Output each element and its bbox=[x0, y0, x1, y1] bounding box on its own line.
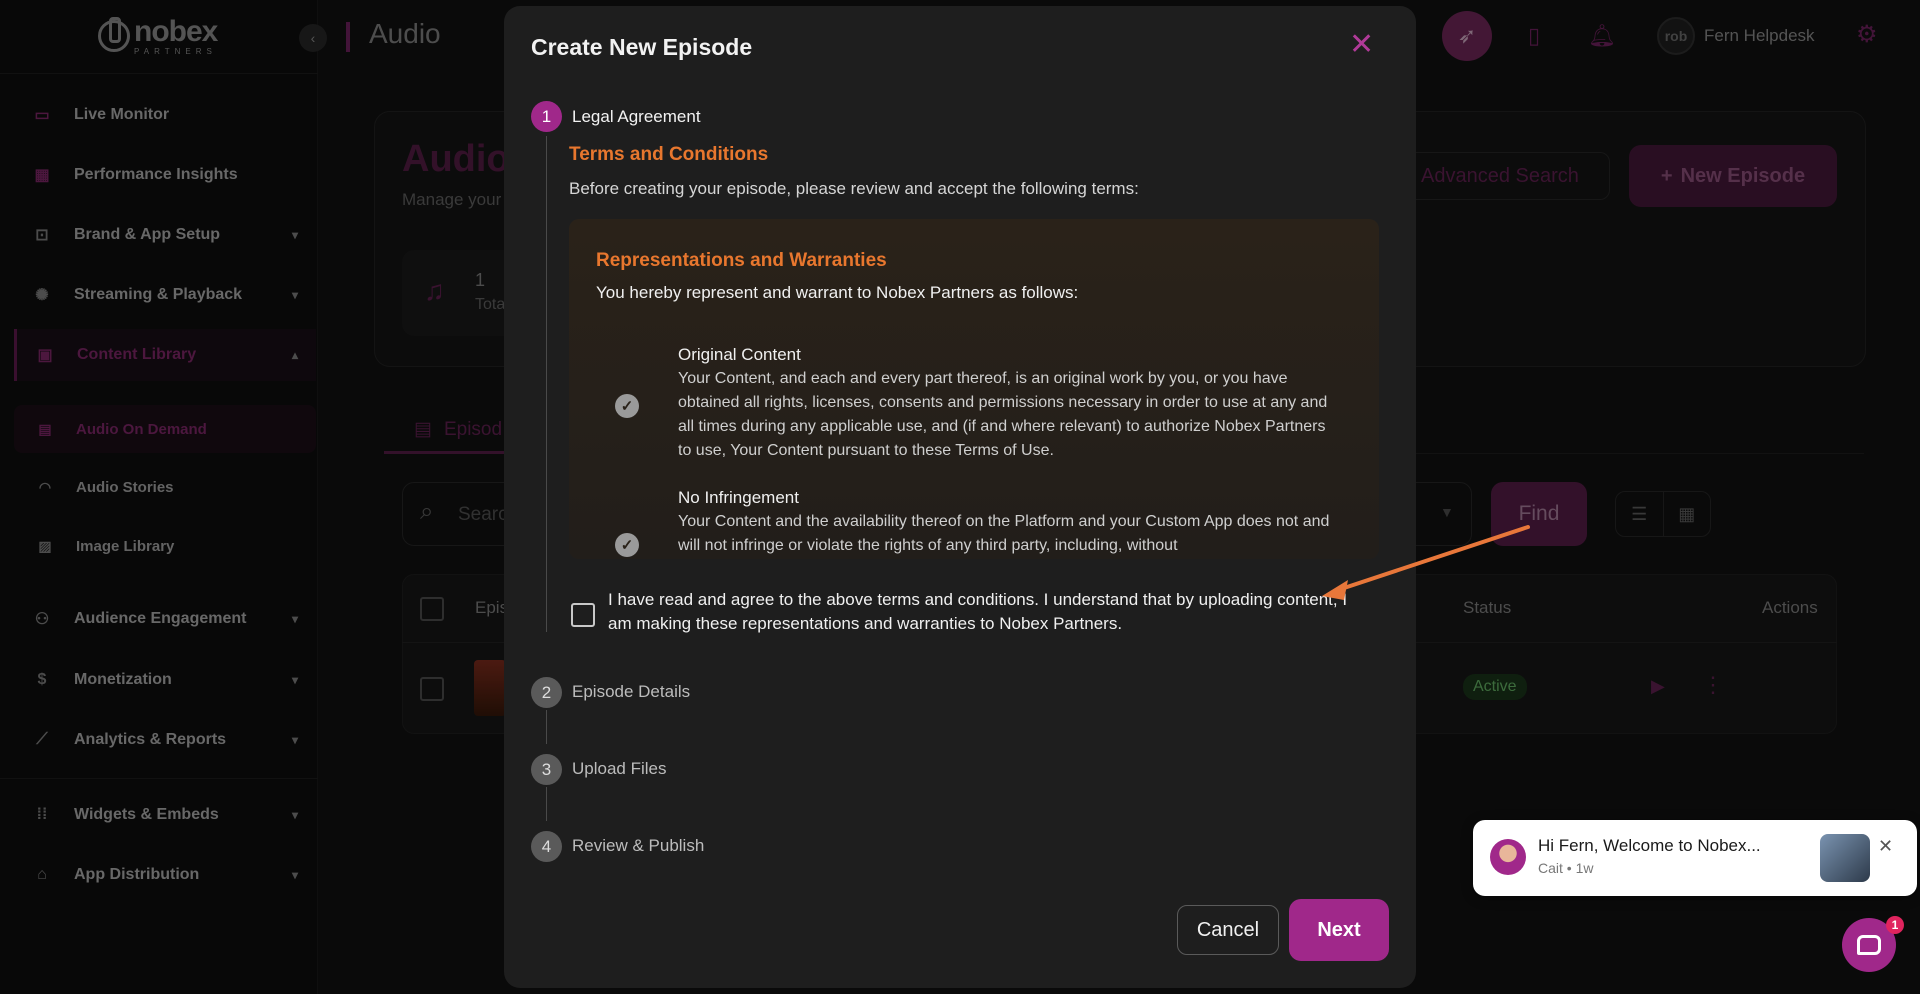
step-4-indicator: 4 bbox=[531, 831, 562, 862]
check-circle-icon: ✓ bbox=[615, 533, 639, 557]
chat-message[interactable]: Hi Fern, Welcome to Nobex... bbox=[1538, 836, 1761, 856]
representations-title: Representations and Warranties bbox=[596, 250, 887, 271]
step-2-indicator: 2 bbox=[531, 677, 562, 708]
chat-meta: Cait • 1w bbox=[1538, 860, 1594, 876]
term-body: Your Content, and each and every part th… bbox=[678, 370, 1328, 459]
term-heading: No Infringement bbox=[678, 488, 799, 507]
close-icon[interactable]: ✕ bbox=[1878, 836, 1893, 857]
step-1-indicator: 1 bbox=[531, 101, 562, 132]
terms-title: Terms and Conditions bbox=[569, 144, 769, 165]
step-connector bbox=[546, 710, 547, 744]
chat-bubble-icon bbox=[1857, 935, 1881, 955]
step-2-label: Episode Details bbox=[572, 682, 691, 701]
step-4-label: Review & Publish bbox=[572, 836, 705, 855]
step-connector bbox=[546, 136, 547, 632]
representations-intro: You hereby represent and warrant to Nobe… bbox=[596, 283, 1079, 302]
check-circle-icon: ✓ bbox=[615, 394, 639, 418]
close-icon[interactable]: ✕ bbox=[1349, 30, 1374, 60]
next-button[interactable]: Next bbox=[1289, 899, 1389, 961]
agree-terms-checkbox[interactable] bbox=[571, 603, 595, 627]
step-1-label: Legal Agreement bbox=[572, 107, 701, 126]
avatar bbox=[1490, 839, 1526, 875]
term-body: Your Content and the availability thereo… bbox=[678, 513, 1330, 554]
notification-badge: 1 bbox=[1886, 916, 1904, 934]
agree-terms-label[interactable]: I have read and agree to the above terms… bbox=[608, 588, 1348, 636]
term-heading: Original Content bbox=[678, 345, 801, 364]
modal-title: Create New Episode bbox=[531, 34, 753, 60]
step-connector bbox=[546, 787, 547, 821]
step-3-indicator: 3 bbox=[531, 754, 562, 785]
chat-attachment-thumbnail[interactable] bbox=[1820, 834, 1870, 882]
terms-scroll-box[interactable]: Representations and Warranties You hereb… bbox=[569, 219, 1379, 559]
step-3-label: Upload Files bbox=[572, 759, 667, 778]
cancel-button[interactable]: Cancel bbox=[1177, 905, 1279, 955]
terms-intro: Before creating your episode, please rev… bbox=[569, 179, 1139, 198]
